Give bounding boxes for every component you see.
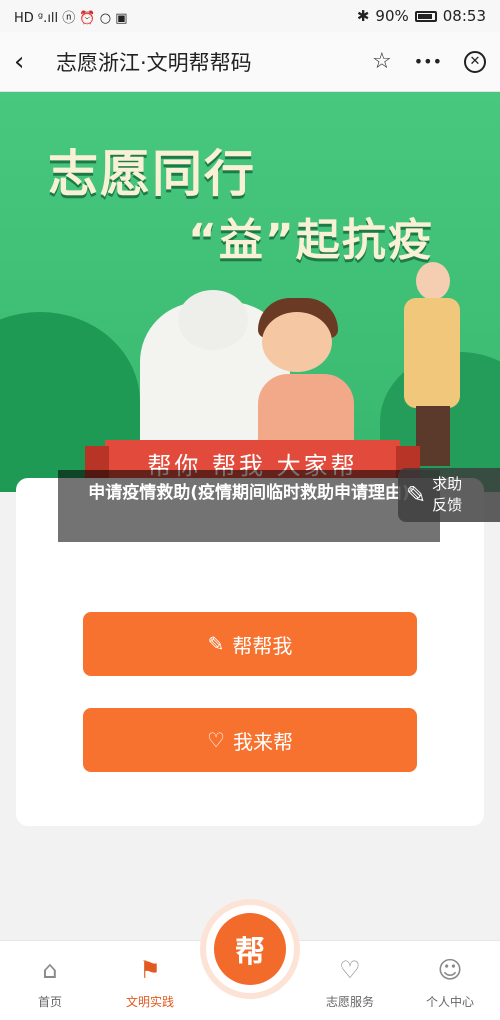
title-actions: ☆ ••• ✕ <box>372 50 486 73</box>
star-icon[interactable]: ☆ <box>372 50 392 73</box>
person-icon: ☺ <box>437 956 463 984</box>
woman-illustration <box>404 298 460 408</box>
battery-icon <box>414 10 437 22</box>
status-right: ✱ 90% 08:53 <box>357 7 486 25</box>
battery-percent: 90% <box>375 7 409 25</box>
home-icon: ⌂ <box>42 956 58 984</box>
heart-hand-icon: ♡ <box>339 956 361 984</box>
feedback-line-2: 反馈 <box>432 496 463 514</box>
back-icon[interactable]: ‹ <box>14 49 40 75</box>
close-icon[interactable]: ✕ <box>464 50 486 73</box>
pen-icon: ✎ <box>406 481 427 509</box>
feedback-text: 求助 反馈 <box>432 474 462 516</box>
nav-volunteer-service[interactable]: ♡ 志愿服务 <box>310 955 390 1010</box>
nav-profile-label: 个人中心 <box>425 995 474 1009</box>
title-bar: ‹ 志愿浙江·文明帮帮码 ☆ ••• ✕ <box>0 32 500 92</box>
status-bar: HD ᵍ.ıll ⓝ ⏰ ○ ▣ ✱ 90% 08:53 <box>0 0 500 32</box>
heart-icon: ♡ <box>207 728 225 752</box>
help-code-button[interactable]: 帮 <box>206 905 294 993</box>
nav-civilization-practice[interactable]: ⚑ 文明实践 <box>110 955 190 1010</box>
medical-worker-head <box>178 290 248 350</box>
status-icons: HD ᵍ.ıll ⓝ ⏰ ○ ▣ <box>14 7 128 26</box>
nav-home[interactable]: ⌂ 首页 <box>10 955 90 1010</box>
nav-practice-label: 文明实践 <box>125 995 174 1009</box>
help-feedback-button[interactable]: ✎ 求助 反馈 <box>398 468 500 522</box>
page-title: 志愿浙江·文明帮帮码 <box>56 50 252 75</box>
i-help-button[interactable]: ♡ 我来帮 <box>83 708 417 772</box>
help-me-button[interactable]: ✎ 帮帮我 <box>83 612 417 676</box>
nav-home-label: 首页 <box>37 995 62 1009</box>
banner-headline-1: 志愿同行 <box>48 145 256 203</box>
woman-legs <box>416 406 450 466</box>
overlay-caption: 申请疫情救助(疫情期间临时救助申请理由) <box>58 470 440 542</box>
status-icons-text: HD ᵍ.ıll ⓝ ⏰ ○ ▣ <box>14 10 128 26</box>
i-help-label: 我来帮 <box>232 729 293 754</box>
feedback-line-1: 求助 <box>432 475 463 493</box>
child-illustration <box>262 312 332 372</box>
nav-personal-center[interactable]: ☺ 个人中心 <box>410 955 490 1010</box>
banner-headline-2: “益”起抗疫 <box>188 215 434 266</box>
flag-icon: ⚑ <box>139 956 161 984</box>
help-me-label: 帮帮我 <box>232 633 293 658</box>
bluetooth-icon: ✱ <box>356 7 370 25</box>
clock: 08:53 <box>442 7 486 25</box>
banner: 志愿同行 “益”起抗疫 帮你 帮我 大家帮 <box>0 92 500 492</box>
pencil-icon: ✎ <box>207 632 225 656</box>
nav-service-label: 志愿服务 <box>325 995 374 1009</box>
help-code-badge: 帮 <box>214 913 286 985</box>
woman-head <box>416 262 450 300</box>
more-icon[interactable]: ••• <box>414 53 442 70</box>
